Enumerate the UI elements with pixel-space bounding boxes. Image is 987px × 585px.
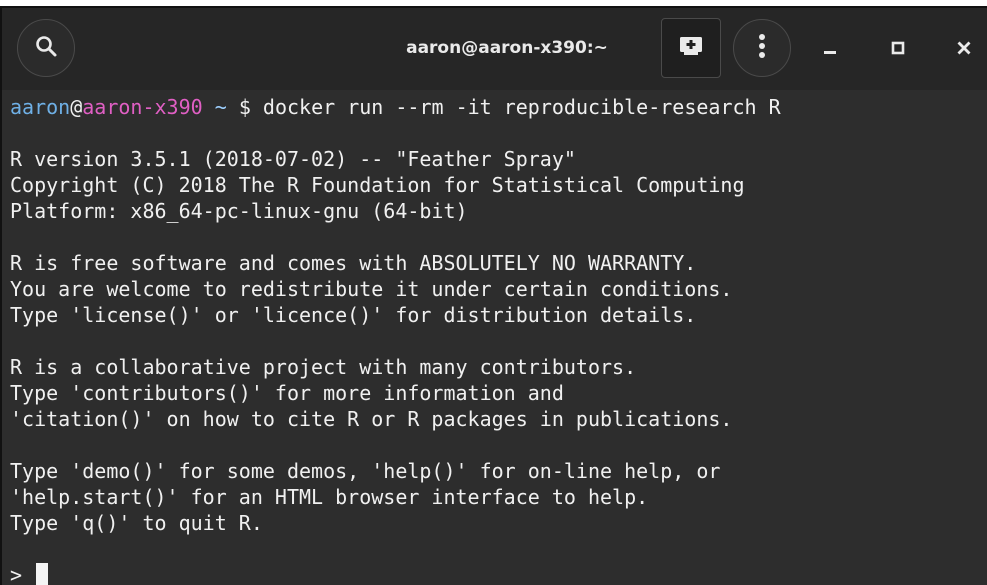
scrollbar[interactable] <box>981 90 987 585</box>
maximize-icon <box>890 40 906 61</box>
output-line: You are welcome to redistribute it under… <box>10 277 733 301</box>
output-line: Type 'demo()' for some demos, 'help()' f… <box>10 459 721 483</box>
close-icon <box>956 40 972 61</box>
output-line: 'help.start()' for an HTML browser inter… <box>10 485 649 509</box>
command-line: aaron@aaron-x390 ~ $ docker run --rm -it… <box>10 94 987 120</box>
menu-button[interactable] <box>733 19 791 77</box>
terminal-window: aaron@aaron-x390:~ aaron@aaron-x390 ~ $ … <box>0 6 987 585</box>
minimize-icon <box>822 40 838 61</box>
minimize-button[interactable] <box>810 30 850 70</box>
output-line: Type 'q()' to quit R. <box>10 511 263 535</box>
new-tab-button[interactable] <box>661 18 721 78</box>
r-prompt-line[interactable]: > <box>10 562 987 585</box>
close-button[interactable] <box>944 30 984 70</box>
output-line: 'citation()' on how to cite R or R packa… <box>10 407 733 431</box>
output-line: R version 3.5.1 (2018-07-02) -- "Feather… <box>10 147 576 171</box>
title-bar: aaron@aaron-x390:~ <box>2 8 987 90</box>
output-line: Platform: x86_64-pc-linux-gnu (64-bit) <box>10 199 468 223</box>
output-line: Type 'license()' or 'licence()' for dist… <box>10 303 697 327</box>
maximize-button[interactable] <box>878 30 918 70</box>
command-text: docker run --rm -it reproducible-researc… <box>262 95 781 119</box>
prompt-at: @ <box>70 95 83 119</box>
new-tab-icon <box>678 35 704 62</box>
window-title: aaron@aaron-x390:~ <box>406 38 608 58</box>
text-cursor <box>36 563 49 585</box>
search-button[interactable] <box>17 19 75 77</box>
output-line: R is free software and comes with ABSOLU… <box>10 251 697 275</box>
menu-icon <box>758 33 766 64</box>
output-line: Type 'contributors()' for more informati… <box>10 381 564 405</box>
prompt-path: ~ <box>202 95 227 119</box>
prompt-symbol: $ <box>226 95 263 119</box>
prompt-host: aaron-x390 <box>82 95 203 119</box>
output-line: Copyright (C) 2018 The R Foundation for … <box>10 173 745 197</box>
terminal-output[interactable]: aaron@aaron-x390 ~ $ docker run --rm -it… <box>2 90 987 585</box>
search-icon <box>34 34 58 63</box>
r-prompt: > <box>10 563 35 585</box>
prompt-user: aaron <box>10 95 71 119</box>
output-line: R is a collaborative project with many c… <box>10 355 637 379</box>
